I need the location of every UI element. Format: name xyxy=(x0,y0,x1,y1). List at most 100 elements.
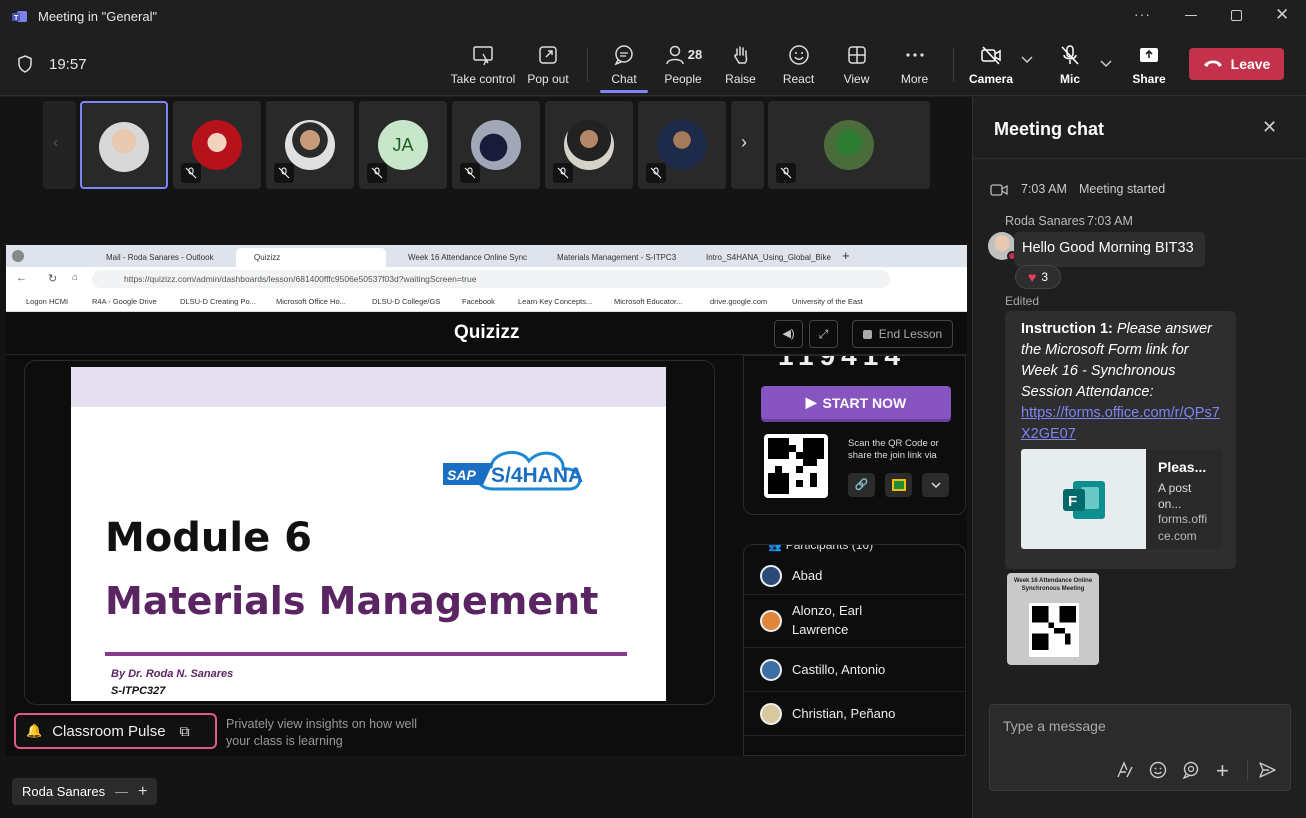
people-count: 28 xyxy=(687,47,703,62)
browser-tab[interactable]: Mail - Roda Sanares - Outlook xyxy=(88,248,236,267)
start-now-button[interactable]: ▶ START NOW xyxy=(761,386,951,419)
hand-icon xyxy=(733,45,747,64)
bookmark[interactable]: DLSU-D College/GS xyxy=(372,297,440,306)
send-icon[interactable] xyxy=(1258,761,1277,784)
url-field[interactable]: https://quizizz.com/admin/dashboards/les… xyxy=(92,270,890,288)
google-classroom-button[interactable] xyxy=(885,473,912,497)
card-title: Pleas... xyxy=(1158,459,1207,475)
format-icon[interactable] xyxy=(1116,761,1134,784)
bell-icon: 🔔 xyxy=(26,723,43,738)
volume-button[interactable]: ◀) xyxy=(774,320,803,348)
qr-code xyxy=(764,434,828,498)
view-button[interactable]: View xyxy=(834,33,879,96)
participant-tile[interactable] xyxy=(266,101,354,189)
chat-button[interactable]: Chat xyxy=(600,33,648,96)
svg-text:T: T xyxy=(14,15,19,22)
leave-label: Leave xyxy=(1230,56,1271,72)
participant-tile[interactable]: JA xyxy=(359,101,447,189)
browser-tab[interactable]: Week 16 Attendance Online Sync xyxy=(390,248,538,267)
camera-button[interactable]: Camera xyxy=(966,33,1016,96)
participant-tile[interactable] xyxy=(80,101,168,189)
minimize-video-icon[interactable]: — xyxy=(115,784,128,799)
form-link[interactable]: https://forms.office.com/r/QPs7X2GE07 xyxy=(1021,403,1221,445)
phone-hangup-icon xyxy=(1203,60,1222,67)
muted-mic-icon xyxy=(274,163,294,183)
react-button[interactable]: React xyxy=(776,33,821,96)
message-input[interactable]: Type a message xyxy=(990,705,1290,745)
maximize-button[interactable] xyxy=(1231,10,1242,21)
image-caption: Week 16 Attendance Online Synchronous Me… xyxy=(1013,578,1093,592)
participants-panel: 👥 Participants (16) Abad Alonzo, Earl La… xyxy=(743,544,966,756)
loop-icon[interactable] xyxy=(1182,761,1200,784)
close-window-button[interactable]: ✕ xyxy=(1275,5,1289,25)
instruction-text: Instruction 1: Please answer the Microso… xyxy=(1021,319,1226,403)
muted-mic-icon xyxy=(181,163,201,183)
quizizz-header: Quizizz ◀) ⤢ End Lesson xyxy=(6,312,967,355)
participant-tile[interactable] xyxy=(173,101,261,189)
participant-tile[interactable] xyxy=(452,101,540,189)
raise-hand-button[interactable]: Raise xyxy=(718,33,763,96)
bookmark[interactable]: R4A - Google Drive xyxy=(92,297,157,306)
bookmark[interactable]: drive.google.com xyxy=(710,297,767,306)
message-bubble[interactable]: Hello Good Morning BIT33 xyxy=(1014,232,1205,267)
message-bubble[interactable]: Instruction 1: Please answer the Microso… xyxy=(1005,311,1236,569)
take-control-button[interactable]: Take control xyxy=(449,33,517,96)
copy-link-button[interactable]: 🔗 xyxy=(848,473,875,497)
participant-tile[interactable] xyxy=(768,101,930,189)
refresh-icon[interactable]: ↻ xyxy=(48,272,57,285)
bookmark[interactable]: Logon HCMI xyxy=(26,297,68,306)
bookmark[interactable]: Microsoft Office Ho... xyxy=(276,297,346,306)
participant-tile[interactable] xyxy=(545,101,633,189)
heart-icon: ♥ xyxy=(1028,269,1037,285)
browser-tab[interactable]: Quizizz xyxy=(236,248,386,267)
add-attachment-icon[interactable]: + xyxy=(1216,758,1229,784)
bookmark[interactable]: Facebook xyxy=(462,297,495,306)
bookmark[interactable]: DLSU-D Creating Po... xyxy=(180,297,256,306)
bookmark[interactable]: Learn Key Concepts... xyxy=(518,297,592,306)
muted-mic-icon xyxy=(367,163,387,183)
camera-options-chevron-icon[interactable] xyxy=(1021,55,1033,67)
more-share-button[interactable] xyxy=(922,473,949,497)
bookmark[interactable]: University of the East xyxy=(792,297,863,306)
gallery-next-button[interactable]: › xyxy=(731,101,764,189)
browser-tab-label: Week 16 Attendance Online Sync xyxy=(408,253,528,262)
more-options-icon[interactable]: ··· xyxy=(1134,6,1151,22)
back-icon[interactable]: ← xyxy=(16,272,27,284)
browser-tab[interactable]: Materials Management - S-ITPC3 xyxy=(539,248,687,267)
emoji-icon[interactable] xyxy=(1149,761,1167,784)
people-label: People xyxy=(664,71,702,86)
end-lesson-button[interactable]: End Lesson xyxy=(852,320,953,348)
people-icon xyxy=(666,45,684,64)
fullscreen-button[interactable]: ⤢ xyxy=(809,320,838,348)
new-tab-icon[interactable]: + xyxy=(842,248,850,263)
bookmark[interactable]: Microsoft Educator... xyxy=(614,297,682,306)
link-preview-card[interactable]: F Pleas... A post on... forms.office.com xyxy=(1021,449,1223,549)
attached-image[interactable]: Week 16 Attendance Online Synchronous Me… xyxy=(1007,573,1099,665)
mic-options-chevron-icon[interactable] xyxy=(1100,55,1112,73)
muted-mic-icon xyxy=(553,163,573,183)
slide-author: By Dr. Roda N. Sanares xyxy=(111,668,234,680)
more-button[interactable]: More xyxy=(892,33,937,96)
participant-tile[interactable] xyxy=(638,101,726,189)
heart-reaction[interactable]: ♥ 3 xyxy=(1015,265,1061,289)
gallery-prev-button[interactable]: ‹ xyxy=(43,101,76,189)
leave-button[interactable]: Leave xyxy=(1189,48,1284,80)
meeting-chat-panel: Meeting chat ✕ 7:03 AM Meeting started R… xyxy=(972,97,1306,818)
s4hana-text: S/4HANA xyxy=(491,464,584,487)
home-icon[interactable]: ⌂ xyxy=(72,272,78,283)
mic-button[interactable]: Mic xyxy=(1050,33,1090,96)
pop-out-button[interactable]: Pop out xyxy=(522,33,574,96)
close-chat-button[interactable]: ✕ xyxy=(1262,117,1277,138)
people-button[interactable]: 28 People xyxy=(658,33,708,96)
video-camera-icon xyxy=(990,183,1008,201)
browser-tab[interactable]: Intro_S4HANA_Using_Global_Bike xyxy=(688,248,836,267)
slide-banner xyxy=(71,367,666,407)
message-time: 7:03 AM xyxy=(1087,214,1133,228)
classroom-icon xyxy=(891,479,906,491)
shield-icon xyxy=(17,55,33,78)
minimize-button[interactable] xyxy=(1185,15,1197,16)
share-button[interactable]: Share xyxy=(1128,33,1170,96)
classroom-pulse-button[interactable]: 🔔 Classroom Pulse ⧉ xyxy=(14,713,217,749)
meeting-started-text: Meeting started xyxy=(1079,182,1166,196)
expand-video-icon[interactable]: + xyxy=(138,783,147,801)
